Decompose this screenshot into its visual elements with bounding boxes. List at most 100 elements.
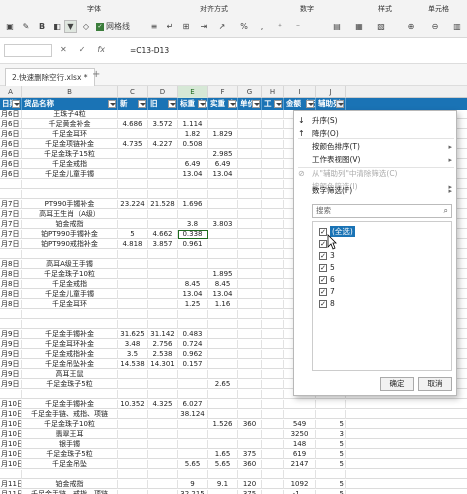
table-cell[interactable] [262,290,284,299]
fx-icon[interactable]: fx [97,45,105,54]
filter-list-item[interactable]: ✓ 6 [319,274,335,285]
table-cell[interactable]: 38.124 [178,410,208,419]
new-tab-icon[interactable]: + [92,69,100,80]
table-cell[interactable] [148,260,178,269]
header-cell[interactable]: 日期 [0,98,22,110]
table-cell[interactable]: 月8日 [0,280,22,289]
filter-menu-item[interactable]: 数字筛选(F) ▸ [294,185,458,197]
table-cell[interactable] [238,220,262,229]
table-cell[interactable]: 5 [316,440,346,449]
column-letter-b[interactable]: B [22,86,118,98]
table-cell[interactable]: 3 [316,430,346,439]
table-cell[interactable] [262,390,284,399]
table-cell[interactable]: 月9日 [0,370,22,379]
table-cell[interactable]: 14.538 [118,360,148,369]
filter-dropdown-button[interactable] [252,100,260,108]
table-cell[interactable]: 4.818 [118,240,148,249]
table-cell[interactable]: 4.662 [148,230,178,239]
table-cell[interactable]: 2.538 [148,350,178,359]
table-cell[interactable] [118,410,148,419]
table-cell[interactable] [262,180,284,189]
table-cell[interactable] [118,280,148,289]
decrease-decimal-icon[interactable]: ⁻ [292,20,304,33]
table-cell[interactable] [208,340,238,349]
table-cell[interactable]: 月9日 [0,350,22,359]
table-cell[interactable]: 千足金儿童手镯 [22,290,118,299]
table-cell[interactable]: 1.25 [178,300,208,309]
table-cell[interactable] [118,170,148,179]
table-cell[interactable]: 3.803 [208,220,238,229]
table-cell[interactable] [208,230,238,239]
filter-menu-item[interactable]: ↓ 升序(S) [294,115,458,127]
table-cell[interactable]: 月11日 [0,480,22,489]
table-cell[interactable]: 13.04 [208,170,238,179]
table-cell[interactable] [238,320,262,329]
table-cell[interactable] [208,250,238,259]
table-cell[interactable] [262,420,284,429]
table-cell[interactable] [118,370,148,379]
table-cell[interactable] [148,420,178,429]
table-cell[interactable] [208,400,238,409]
table-cell[interactable] [118,470,148,479]
table-cell[interactable] [238,400,262,409]
filter-list-item[interactable]: ✓ 3 [319,250,335,261]
table-cell[interactable] [262,150,284,159]
table-cell[interactable] [22,470,118,479]
table-cell[interactable] [208,320,238,329]
table-cell[interactable]: 月9日 [0,360,22,369]
table-cell[interactable] [148,270,178,279]
column-letter-f[interactable]: F [208,86,238,98]
table-cell[interactable]: 千足金项链补金 [22,140,118,149]
table-cell[interactable] [262,120,284,129]
table-cell[interactable] [238,210,262,219]
table-cell[interactable] [238,340,262,349]
table-cell[interactable] [208,200,238,209]
table-cell[interactable]: 千足金儿童手镯 [22,170,118,179]
table-cell[interactable] [118,290,148,299]
table-cell[interactable] [284,400,316,409]
table-cell[interactable]: 月7日 [0,220,22,229]
table-cell[interactable]: 6.49 [178,160,208,169]
table-cell[interactable] [148,490,178,494]
table-cell[interactable] [208,490,238,494]
table-cell[interactable] [262,370,284,379]
table-cell[interactable] [262,410,284,419]
table-cell[interactable] [238,260,262,269]
table-cell[interactable] [238,150,262,159]
table-cell[interactable] [178,390,208,399]
table-cell[interactable]: 5 [316,490,346,494]
table-cell[interactable] [178,260,208,269]
filter-dropdown-button[interactable] [108,100,116,108]
table-cell[interactable] [118,190,148,199]
table-cell[interactable] [148,370,178,379]
table-cell[interactable] [238,280,262,289]
table-cell[interactable]: 13.04 [178,290,208,299]
filter-dropdown-button[interactable] [138,100,146,108]
table-cell[interactable]: 铂金戒指 [22,220,118,229]
table-cell[interactable] [208,440,238,449]
table-cell[interactable] [148,190,178,199]
table-cell[interactable]: 1.65 [208,450,238,459]
table-cell[interactable]: 4.325 [148,400,178,409]
checkbox[interactable]: ✓ [319,239,327,248]
table-cell[interactable] [262,130,284,139]
table-cell[interactable] [22,180,118,189]
table-cell[interactable] [316,470,346,479]
table-cell[interactable]: 铂PT990戒指补金 [22,240,118,249]
table-cell[interactable]: 3.48 [118,340,148,349]
table-cell[interactable] [262,470,284,479]
table-cell[interactable] [148,130,178,139]
column-letter-j[interactable]: J [316,86,346,98]
table-cell[interactable]: 31.625 [118,330,148,339]
table-cell[interactable] [262,400,284,409]
filter-icon[interactable]: ▼ [64,20,77,33]
table-cell[interactable] [148,180,178,189]
table-cell[interactable]: 0.508 [178,140,208,149]
table-cell[interactable] [262,190,284,199]
table-cell[interactable]: 铂金戒指 [22,480,118,489]
table-cell[interactable]: 360 [238,460,262,469]
table-cell[interactable]: 月7日 [0,210,22,219]
table-cell[interactable] [208,390,238,399]
table-cell[interactable]: 高耳A级王手镯 [22,260,118,269]
table-cell[interactable] [118,300,148,309]
